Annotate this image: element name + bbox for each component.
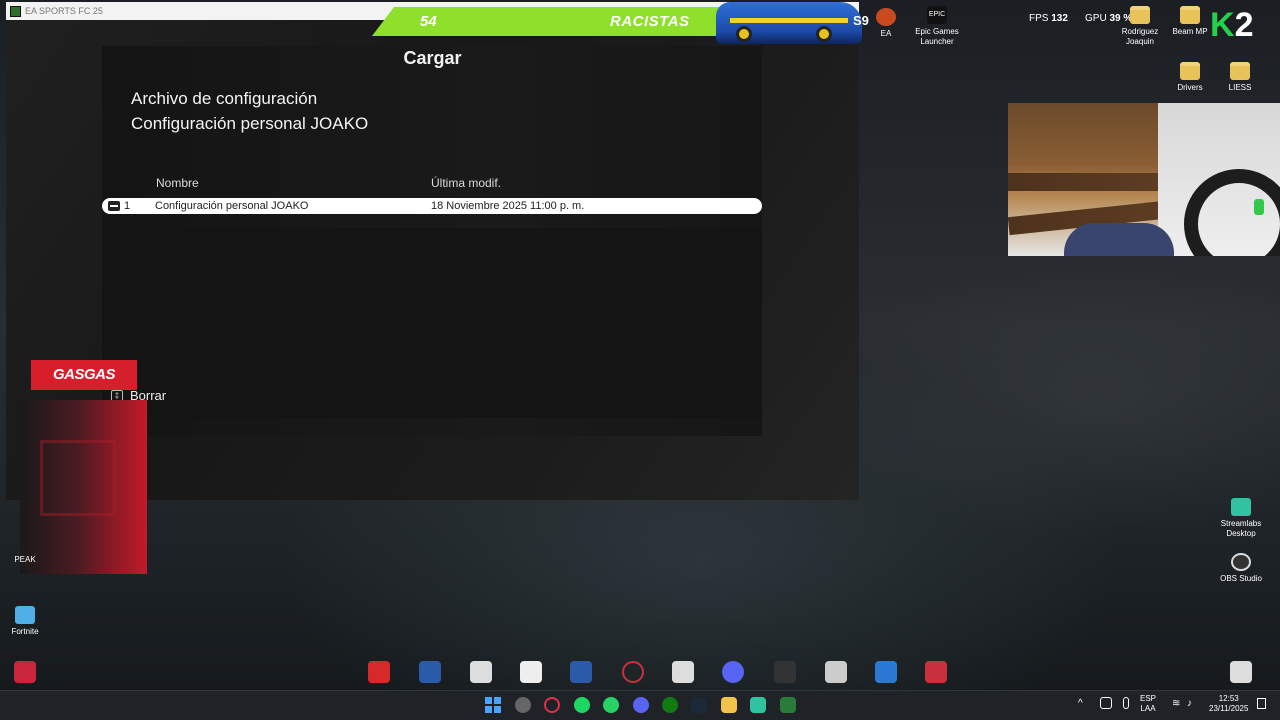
- desktop-icon-peak-label: PEAK: [14, 555, 36, 564]
- notification-icon[interactable]: [1257, 698, 1266, 709]
- sync-icon[interactable]: [1100, 697, 1112, 709]
- folder-icon: [1230, 62, 1250, 80]
- file-list-area: [102, 228, 762, 418]
- fps-label: FPS: [1029, 13, 1049, 24]
- desktop-icon-epic[interactable]: EPIC Epic Games Launcher: [907, 6, 967, 47]
- windows-start-icon[interactable]: [485, 697, 501, 713]
- desktop-icon-ea-label: EA: [880, 29, 892, 38]
- row-name: Configuración personal JOAKO: [155, 200, 309, 212]
- fortnite-icon: [15, 606, 35, 624]
- clock-date: 23/11/2025: [1209, 704, 1249, 713]
- app-shortcut-icon[interactable]: [825, 661, 847, 683]
- desktop-icon-liess-label: LIESS: [1228, 83, 1252, 92]
- banner-number: 54: [420, 13, 437, 30]
- desktop-icon-beammp-label: Beam MP: [1172, 27, 1208, 36]
- app-shortcut-icon[interactable]: [875, 661, 897, 683]
- desktop-icon-fortnite[interactable]: Fortnite: [0, 606, 55, 637]
- wifi-icon[interactable]: ≋: [1172, 699, 1180, 709]
- desktop-icon-peak[interactable]: PEAK: [0, 555, 55, 565]
- adobe-icon[interactable]: [368, 661, 390, 683]
- desktop-icon-drivers-label: Drivers: [1177, 83, 1203, 92]
- taskbar-app-icon[interactable]: [780, 697, 796, 713]
- fps-counter: FPS 132: [1029, 13, 1068, 24]
- controller-file-icon: [108, 201, 120, 211]
- config-header: Archivo de configuración Configuración p…: [131, 86, 368, 136]
- app-shortcut-icon[interactable]: [925, 661, 947, 683]
- car-wheel-rear: [816, 26, 832, 42]
- clock[interactable]: 12:53 23/11/2025: [1209, 694, 1248, 714]
- language-code: ESP: [1140, 694, 1157, 703]
- keyboard-layout: LAA: [1140, 704, 1156, 713]
- desktop-icon-obs[interactable]: OBS Studio: [1211, 553, 1271, 584]
- app-shortcut-icon[interactable]: [520, 661, 542, 683]
- app-shortcut-icon[interactable]: [774, 661, 796, 683]
- clock-time: 12:53: [1218, 694, 1239, 703]
- fps-value: 132: [1051, 13, 1068, 24]
- obs-icon: [1231, 553, 1251, 571]
- file-row[interactable]: 1 Configuración personal JOAKO 18 Noviem…: [102, 198, 762, 214]
- ea-app-icon: [876, 8, 896, 26]
- taskbar-app-icon[interactable]: [515, 697, 531, 713]
- wheel-accent: [1254, 199, 1264, 215]
- car-stripe: [730, 18, 848, 23]
- file-explorer-icon[interactable]: [721, 697, 737, 713]
- column-header-modified[interactable]: Última modif.: [431, 176, 501, 190]
- desktop-icon-rodriguez-label: Rodriguez Joaquin: [1121, 27, 1159, 46]
- spotify-icon[interactable]: [574, 697, 590, 713]
- car-wheel-front: [736, 26, 752, 42]
- epic-games-icon: EPIC: [927, 6, 947, 24]
- window-title: EA SPORTS FC 25: [25, 6, 103, 16]
- app-shortcut-icon[interactable]: [470, 661, 492, 683]
- microphone-icon[interactable]: [1123, 697, 1129, 709]
- whatsapp-icon[interactable]: [603, 697, 619, 713]
- rally-car-image: [716, 2, 862, 44]
- xbox-icon[interactable]: [662, 697, 678, 713]
- volume-icon[interactable]: ♪: [1187, 699, 1192, 709]
- recycle-bin-icon[interactable]: [1230, 661, 1252, 683]
- discord-icon[interactable]: [722, 661, 744, 683]
- streamlabs-icon[interactable]: [750, 697, 766, 713]
- row-modified: 18 Noviembre 2025 11:00 p. m.: [431, 200, 585, 212]
- config-heading-line1: Archivo de configuración: [131, 89, 318, 108]
- opera-gx-icon[interactable]: [622, 661, 644, 683]
- gpu-label: GPU: [1085, 13, 1107, 24]
- gasgas-logo: GASGAS: [31, 360, 137, 390]
- folder-icon: [1180, 62, 1200, 80]
- desktop-icon-fortnite-label: Fortnite: [11, 627, 39, 636]
- screen-title: Cargar: [403, 48, 462, 68]
- config-heading-line2: Configuración personal JOAKO: [131, 114, 369, 133]
- desktop-icon-epic-label: Epic Games Launcher: [915, 27, 959, 46]
- opera-gx-icon[interactable]: [544, 697, 560, 713]
- app-shortcut-icon[interactable]: [672, 661, 694, 683]
- webcam-feed: [1008, 103, 1280, 256]
- red-overlay-panel: [20, 400, 147, 574]
- banner-text: RACISTAS: [610, 13, 690, 30]
- desktop-icon-obs-label: OBS Studio: [1220, 574, 1262, 583]
- k2-logo: K2: [1210, 6, 1254, 44]
- steam-icon[interactable]: [691, 697, 707, 713]
- chevron-up-icon[interactable]: ^: [1078, 699, 1083, 709]
- column-header-name[interactable]: Nombre: [156, 176, 199, 190]
- folder-icon: [1130, 6, 1150, 24]
- steam-icon[interactable]: [570, 661, 592, 683]
- app-shortcut-icon[interactable]: [419, 661, 441, 683]
- arm: [1064, 223, 1174, 256]
- app-shortcut-icon[interactable]: [14, 661, 36, 683]
- folder-icon: [1180, 6, 1200, 24]
- desktop-icon-streamlabs[interactable]: Streamlabs Desktop: [1211, 498, 1271, 539]
- streamlabs-icon: [1231, 498, 1251, 516]
- desktop-icon-liess[interactable]: LIESS: [1210, 62, 1270, 93]
- discord-icon[interactable]: [633, 697, 649, 713]
- language-indicator[interactable]: ESP LAA: [1140, 694, 1156, 714]
- desktop-icon-streamlabs-label: Streamlabs Desktop: [1220, 519, 1262, 538]
- ea-fc-app-icon: [10, 5, 21, 17]
- row-index: 1: [124, 200, 131, 212]
